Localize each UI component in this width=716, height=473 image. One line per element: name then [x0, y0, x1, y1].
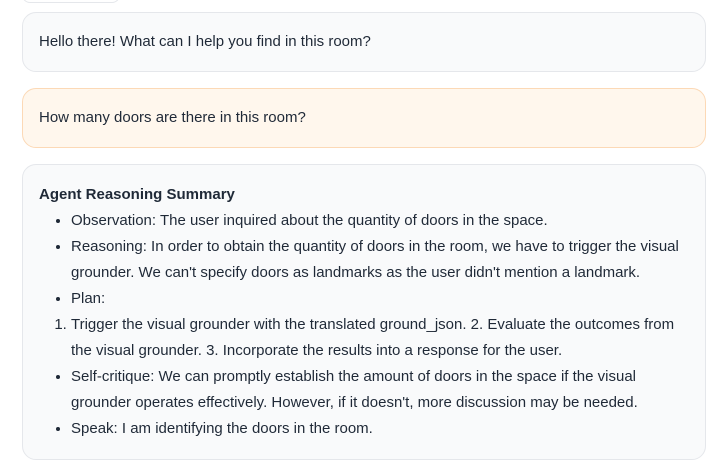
bot-message-reasoning: Agent Reasoning Summary Observation: The… — [22, 164, 706, 460]
previous-element-edge — [22, 0, 120, 3]
self-critique-item: Self-critique: We can promptly establish… — [71, 364, 689, 416]
reasoning-list: Observation: The user inquired about the… — [39, 208, 689, 312]
speak-item: Speak: I am identifying the doors in the… — [71, 416, 689, 442]
message-text: Hello there! What can I help you find in… — [39, 33, 371, 50]
plan-item: Plan: — [71, 286, 689, 312]
bot-message-greeting: Hello there! What can I help you find in… — [22, 12, 706, 72]
reasoning-summary-title: Agent Reasoning Summary — [39, 186, 235, 203]
plan-steps: Trigger the visual grounder with the tra… — [71, 312, 689, 364]
reasoning-list-continued: Self-critique: We can promptly establish… — [39, 364, 689, 442]
plan-steps-list: Trigger the visual grounder with the tra… — [39, 312, 689, 364]
message-text: How many doors are there in this room? — [39, 109, 306, 126]
user-message: How many doors are there in this room? — [22, 88, 706, 148]
observation-item: Observation: The user inquired about the… — [71, 208, 689, 234]
reasoning-item: Reasoning: In order to obtain the quanti… — [71, 234, 689, 286]
chat-panel: Hello there! What can I help you find in… — [0, 0, 716, 473]
